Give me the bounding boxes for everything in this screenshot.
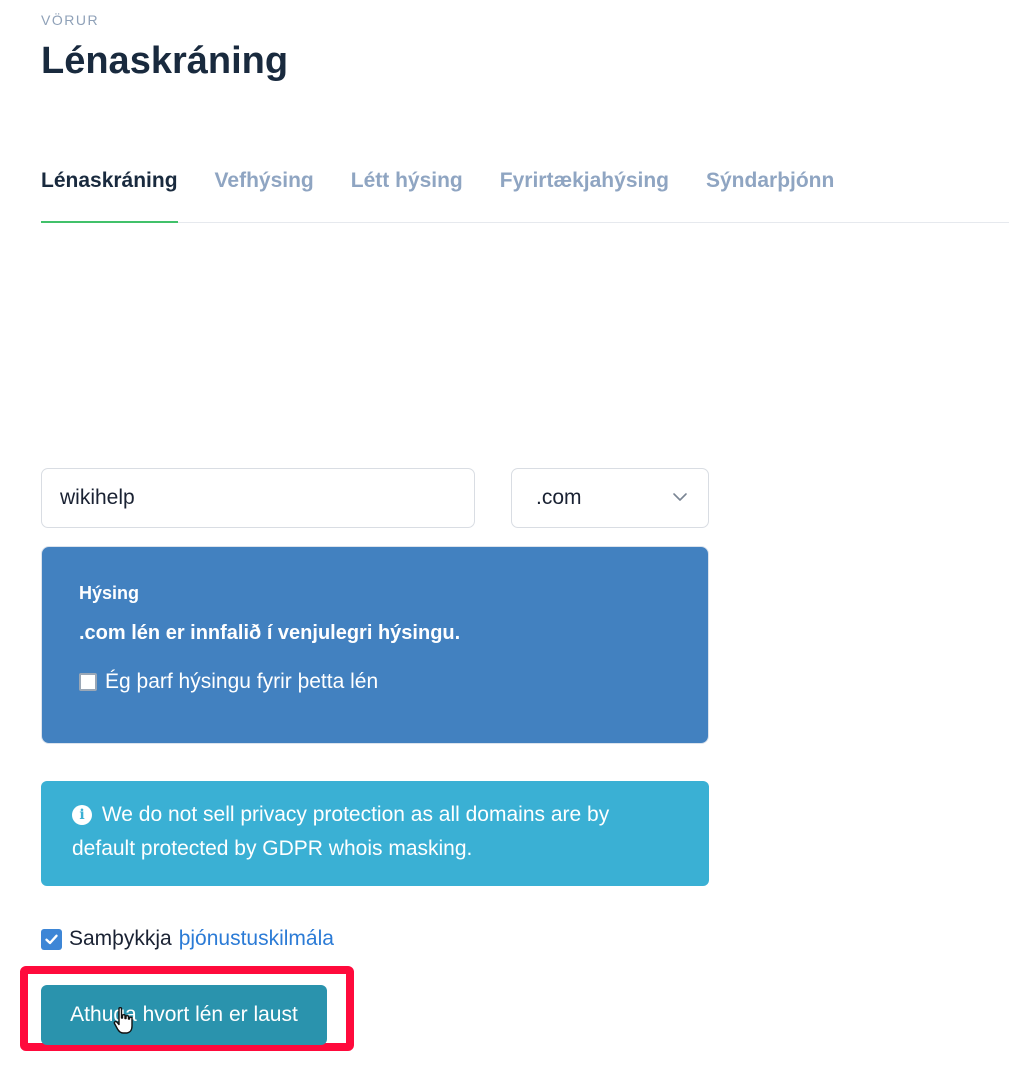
privacy-info-alert: i We do not sell privacy protection as a… [41, 781, 709, 886]
tld-select[interactable]: .com [511, 468, 709, 528]
checkmark-icon [45, 934, 58, 944]
check-availability-button[interactable]: Athuga hvort lén er laust [41, 985, 327, 1045]
domain-registration-page: VÖRUR Lénaskráning Lénaskráning Vefhýsin… [0, 0, 1009, 1065]
tab-light-hosting[interactable]: Létt hýsing [351, 160, 463, 212]
section-eyebrow: VÖRUR [41, 12, 100, 28]
chevron-down-icon [673, 493, 687, 501]
tld-selected-value: .com [536, 486, 582, 509]
domain-name-input[interactable] [41, 468, 475, 528]
need-hosting-option[interactable]: Ég þarf hýsingu fyrir þetta lén [79, 670, 671, 694]
product-tabs: Lénaskráning Vefhýsing Létt hýsing Fyrir… [41, 160, 1009, 223]
hosting-label: Hýsing [79, 583, 140, 603]
info-icon: i [72, 805, 92, 825]
page-title: Lénaskráning [41, 40, 289, 82]
terms-checkbox[interactable] [41, 928, 62, 950]
tab-business-hosting[interactable]: Fyrirtækjahýsing [500, 160, 669, 212]
need-hosting-label: Ég þarf hýsingu fyrir þetta lén [105, 670, 379, 693]
hand-pointer-cursor-icon [113, 1006, 133, 1034]
need-hosting-checkbox[interactable] [79, 673, 97, 691]
hosting-panel: Hýsing .com lén er innfalið í venjulegri… [41, 546, 709, 744]
terms-agreement: Samþykkja þjónustuskilmála [41, 927, 334, 951]
terms-of-service-link[interactable]: þjónustuskilmála [179, 927, 334, 951]
privacy-info-text: We do not sell privacy protection as all… [72, 803, 610, 860]
tab-web-hosting[interactable]: Vefhýsing [215, 160, 314, 212]
terms-label: Samþykkja [69, 927, 172, 950]
tab-virtual-server[interactable]: Sýndarþjónn [706, 160, 834, 212]
tab-domain-registration[interactable]: Lénaskráning [41, 160, 178, 223]
hosting-included-text: .com lén er innfalið í venjulegri hýsing… [79, 622, 461, 644]
